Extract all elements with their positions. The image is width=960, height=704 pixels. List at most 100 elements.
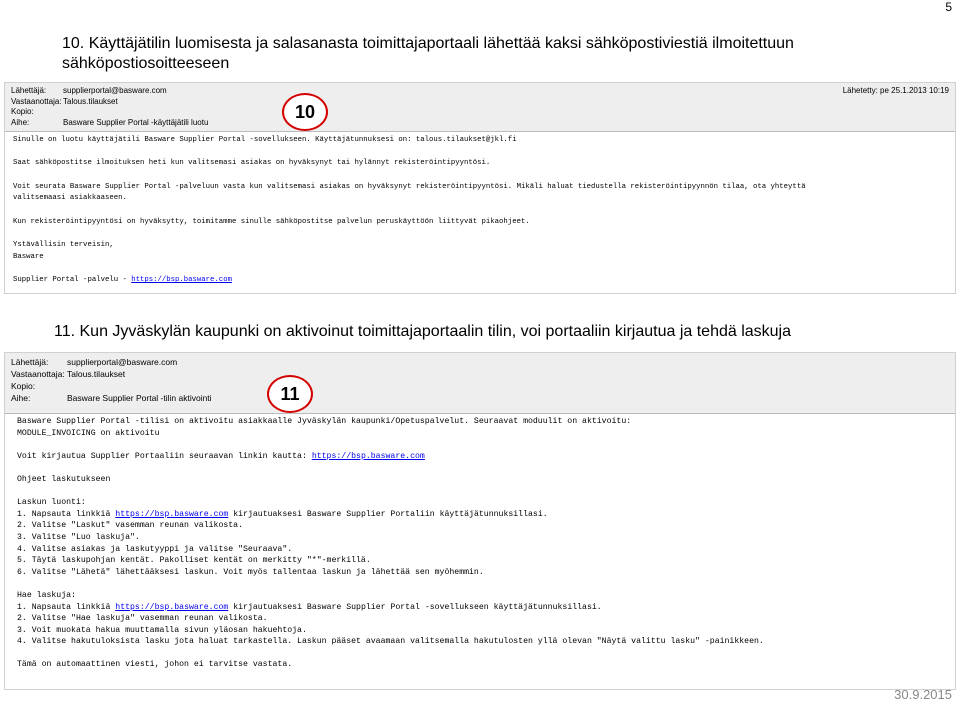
email-field-label: Lähettäjä: bbox=[11, 357, 49, 367]
email-body-line: Kun rekisteröintipyyntösi on hyväksytty,… bbox=[13, 217, 947, 229]
email-screenshot-11: Lähettäjä: supplierportal@basware.com Vast… bbox=[4, 352, 956, 690]
body-text: Basware bbox=[13, 252, 44, 261]
step-badge-10: 10 bbox=[282, 93, 328, 131]
section-11-heading: 11. Kun Jyväskylän kaupunki on aktivoinu… bbox=[54, 323, 792, 340]
email-body-line: 4. Valitse hakutuloksista lasku jota hal… bbox=[17, 636, 947, 648]
email-body-line: Basware bbox=[13, 252, 947, 264]
email-field-row: Vastaanottaja:Talous.tilaukset bbox=[11, 368, 949, 380]
body-text: 3. Valitse "Luo laskuja". bbox=[17, 532, 140, 542]
body-text: 2. Valitse "Laskut" vasemman reunan vali… bbox=[17, 521, 244, 531]
email-header: Lähettäjä: supplierportal@basware.com Vast… bbox=[5, 353, 955, 414]
email-body-line: Sinulle on luotu käyttäjätili Basware Su… bbox=[13, 135, 947, 147]
email-body-line bbox=[13, 205, 947, 217]
email-body-line: 1. Napsauta linkkiä https://bsp.basware.… bbox=[17, 602, 947, 614]
email-field-label: Aihe: bbox=[11, 117, 30, 127]
email-field-value: supplierportal@basware.com bbox=[63, 86, 167, 95]
body-text: Basware Supplier Portal -tilisi on aktiv… bbox=[17, 417, 632, 426]
email-body-line bbox=[13, 229, 947, 241]
body-text: Laskun luonti: bbox=[17, 498, 86, 508]
step-badge-11: 11 bbox=[267, 375, 313, 413]
body-text: 6. Valitse "Lähetä" lähettääksesi laskun… bbox=[17, 567, 484, 577]
email-field-value: supplierportal@basware.com bbox=[67, 357, 178, 367]
email-field-row: Lähettäjä: supplierportal@basware.com bbox=[11, 356, 949, 368]
sent-date: Lähetetty: pe 25.1.2013 10:19 bbox=[842, 86, 949, 95]
body-text: valitsemaasi asiakkaaseen. bbox=[13, 194, 127, 203]
email-body-line: Laskun luonti: bbox=[17, 497, 947, 509]
body-text: Ohjeet laskutukseen bbox=[17, 474, 111, 484]
body-text: 1. Napsauta linkkiä bbox=[17, 602, 116, 612]
email-body-line bbox=[17, 439, 947, 451]
email-body-line bbox=[17, 486, 947, 498]
email-body-line: 2. Valitse "Laskut" vasemman reunan vali… bbox=[17, 520, 947, 532]
body-text: 4. Valitse hakutuloksista lasku jota hal… bbox=[17, 637, 764, 647]
portal-link[interactable]: https://bsp.basware.com bbox=[312, 452, 425, 461]
body-text: MODULE_INVOICING on aktivoitu bbox=[17, 428, 160, 438]
email-body-line: Basware Supplier Portal -tilisi on aktiv… bbox=[17, 416, 947, 428]
email-body-line: Supplier Portal -palvelu - https://bsp.b… bbox=[13, 275, 947, 287]
body-text: 4. Valitse asiakas ja laskutyyppi ja val… bbox=[17, 544, 293, 554]
email-body-line: Saat sähköpostitse ilmoituksen heti kun … bbox=[13, 158, 947, 170]
email-body-line: Voit seurata Basware Supplier Portal -pa… bbox=[13, 182, 947, 194]
email-body-line: MODULE_INVOICING on aktivoitu bbox=[17, 428, 947, 440]
body-text: 1. Napsauta linkkiä bbox=[17, 509, 116, 519]
email-field-row: Kopio: bbox=[11, 107, 949, 118]
email-body-line bbox=[13, 264, 947, 276]
portal-link[interactable]: https://bsp.basware.com bbox=[115, 510, 228, 519]
email-field-value: Talous.tilaukset bbox=[67, 369, 126, 379]
page-number: 5 bbox=[945, 0, 952, 14]
email-body: Sinulle on luotu käyttäjätili Basware Su… bbox=[5, 132, 955, 293]
body-text: Supplier Portal -palvelu - bbox=[13, 276, 132, 285]
portal-link[interactable]: https://bsp.basware.com bbox=[115, 603, 228, 612]
body-text: Tämä on automaattinen viesti, johon ei t… bbox=[17, 660, 293, 670]
email-header: Lähettäjä: supplierportal@basware.com Vast… bbox=[5, 83, 955, 132]
email-field-row: Kopio: bbox=[11, 380, 949, 392]
email-body-line: valitsemaasi asiakkaaseen. bbox=[13, 193, 947, 205]
email-screenshot-10: Lähettäjä: supplierportal@basware.com Vast… bbox=[4, 82, 956, 294]
body-text: 5. Täytä laskupohjan kentät. Pakolliset … bbox=[17, 556, 371, 566]
email-field-value: Basware Supplier Portal -käyttäjätili lu… bbox=[63, 117, 209, 127]
email-body-line: 4. Valitse asiakas ja laskutyyppi ja val… bbox=[17, 544, 947, 556]
email-field-row: Lähettäjä: supplierportal@basware.com bbox=[11, 86, 949, 97]
email-body-line bbox=[17, 648, 947, 660]
body-text: Kun rekisteröintipyyntösi on hyväksytty,… bbox=[13, 217, 530, 226]
email-body-line: 2. Valitse "Hae laskuja" vasemman reunan… bbox=[17, 613, 947, 625]
email-body-line bbox=[13, 147, 947, 159]
email-field-label: Aihe: bbox=[11, 393, 31, 403]
email-body-line: 3. Valitse "Luo laskuja". bbox=[17, 532, 947, 544]
email-field-label: Lähettäjä: bbox=[11, 86, 47, 95]
email-field-label: Vastaanottaja: bbox=[11, 96, 62, 106]
email-field-row: Aihe: Basware Supplier Portal -tilin akti… bbox=[11, 392, 949, 404]
email-body-line: 1. Napsauta linkkiä https://bsp.basware.… bbox=[17, 509, 947, 521]
body-text: kirjautuaksesi Basware Supplier Portal -… bbox=[228, 602, 602, 612]
email-body-line bbox=[17, 578, 947, 590]
body-text: Saat sähköpostitse ilmoituksen heti kun … bbox=[13, 159, 491, 168]
email-field-label: Kopio: bbox=[11, 107, 34, 116]
portal-link[interactable]: https://bsp.basware.com bbox=[131, 276, 232, 284]
email-body-line bbox=[13, 287, 947, 293]
email-body-line: 5. Täytä laskupohjan kentät. Pakolliset … bbox=[17, 555, 947, 567]
body-text: Ystävällisin terveisin, bbox=[13, 241, 114, 250]
body-text: kirjautuaksesi Basware Supplier Portalii… bbox=[228, 509, 548, 519]
email-body-line: Tämä on automaattinen viesti, johon ei t… bbox=[17, 659, 947, 671]
email-body-line: 6. Valitse "Lähetä" lähettääksesi laskun… bbox=[17, 567, 947, 579]
email-body-line: Ystävällisin terveisin, bbox=[13, 240, 947, 252]
section-10-heading: 10. Käyttäjätilin luomisesta ja salasana… bbox=[62, 35, 794, 72]
email-body-line bbox=[13, 170, 947, 182]
email-body-line: Voit kirjautua Supplier Portaaliin seura… bbox=[17, 451, 947, 463]
email-field-value: Basware Supplier Portal -tilin aktivoint… bbox=[67, 393, 212, 403]
email-field-label: Vastaanottaja: bbox=[11, 369, 65, 379]
body-text: 2. Valitse "Hae laskuja" vasemman reunan… bbox=[17, 614, 268, 624]
email-field-value: Talous.tilaukset bbox=[63, 96, 118, 106]
email-field-row: Vastaanottaja:Talous.tilaukset bbox=[11, 97, 949, 108]
email-body: Basware Supplier Portal -tilisi on aktiv… bbox=[5, 414, 955, 671]
email-body-line: Ohjeet laskutukseen bbox=[17, 474, 947, 486]
email-field-label: Kopio: bbox=[11, 381, 36, 391]
footer-date: 30.9.2015 bbox=[894, 687, 952, 702]
body-text: 3. Voit muokata hakua muuttamalla sivun … bbox=[17, 625, 307, 635]
body-text: Sinulle on luotu käyttäjätili Basware Su… bbox=[13, 136, 517, 144]
email-field-row: Aihe: Basware Supplier Portal -käyttäjäti… bbox=[11, 118, 949, 129]
email-body-line: 3. Voit muokata hakua muuttamalla sivun … bbox=[17, 625, 947, 637]
body-text: Hae laskuja: bbox=[17, 590, 76, 600]
body-text: Voit kirjautua Supplier Portaaliin seura… bbox=[17, 451, 312, 461]
body-text: Voit seurata Basware Supplier Portal -pa… bbox=[13, 182, 806, 191]
